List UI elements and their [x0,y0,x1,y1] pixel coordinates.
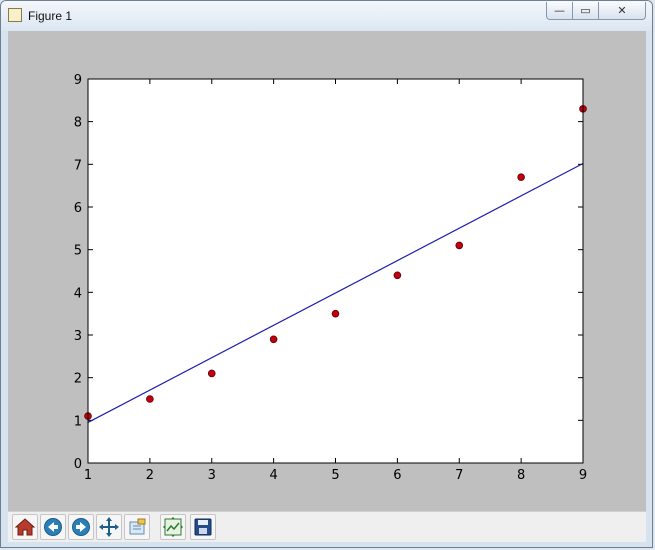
x-tick-label: 9 [579,468,587,483]
y-tick-label: 6 [74,201,82,216]
x-tick-label: 6 [393,468,401,483]
scatter-point [331,309,340,318]
scatter-point [455,241,464,250]
navigation-toolbar [8,511,646,542]
figure-client-area: 1234567890123456789 [8,31,646,542]
y-tick-label: 0 [74,457,82,472]
plot-area [88,79,583,463]
save-button[interactable] [190,514,216,540]
back-button[interactable] [40,514,66,540]
y-tick-label: 5 [74,244,82,259]
x-tick-label: 7 [455,468,463,483]
close-icon: ✕ [617,4,627,17]
pan-arrows-icon [99,517,119,537]
x-tick-label: 1 [84,468,92,483]
title-bar[interactable]: Figure 1 — ▭ ✕ [1,1,652,31]
subplots-button[interactable] [160,514,186,540]
y-tick-label: 4 [74,286,82,301]
x-tick-label: 5 [331,468,339,483]
forward-button[interactable] [68,514,94,540]
scatter-point [207,369,216,378]
close-button[interactable]: ✕ [598,2,646,20]
plot-svg: 1 2 3 4 5 6 7 8 90123456789 [74,73,587,483]
maximize-button[interactable]: ▭ [572,2,599,20]
scatter-point [146,395,154,403]
minimize-button[interactable]: — [546,2,573,20]
window-title: Figure 1 [28,9,73,23]
subplots-config-icon [163,517,183,537]
scatter-point [393,271,402,280]
figure-app-icon [8,8,22,22]
y-tick-label: 8 [74,116,82,131]
x-tick-label: 3 [208,468,216,483]
x-tick-label: 4 [269,468,277,483]
y-tick-label: 3 [74,329,82,344]
scatter-point [269,335,278,344]
save-floppy-icon [194,518,212,536]
zoom-rect-icon [129,518,146,535]
x-tick-label: 2 [146,468,154,483]
figure-window: Figure 1 — ▭ ✕ 1234567890123456789 [0,0,653,548]
y-tick-label: 2 [74,372,82,387]
home-button[interactable] [12,514,38,540]
maximize-icon: ▭ [580,4,591,17]
scatter-point [517,173,525,181]
figure-canvas[interactable]: 1234567890123456789 [8,31,646,511]
home-icon [15,518,35,536]
minimize-icon: — [554,4,565,17]
x-tick-label: 8 [517,468,525,483]
zoom-button[interactable] [124,514,150,540]
y-tick-label: 1 [74,414,82,429]
y-tick-label: 9 [74,73,82,88]
y-tick-label: 7 [74,158,82,173]
back-arrow-icon [44,518,62,536]
pan-button[interactable] [96,514,122,540]
forward-arrow-icon [72,518,90,536]
